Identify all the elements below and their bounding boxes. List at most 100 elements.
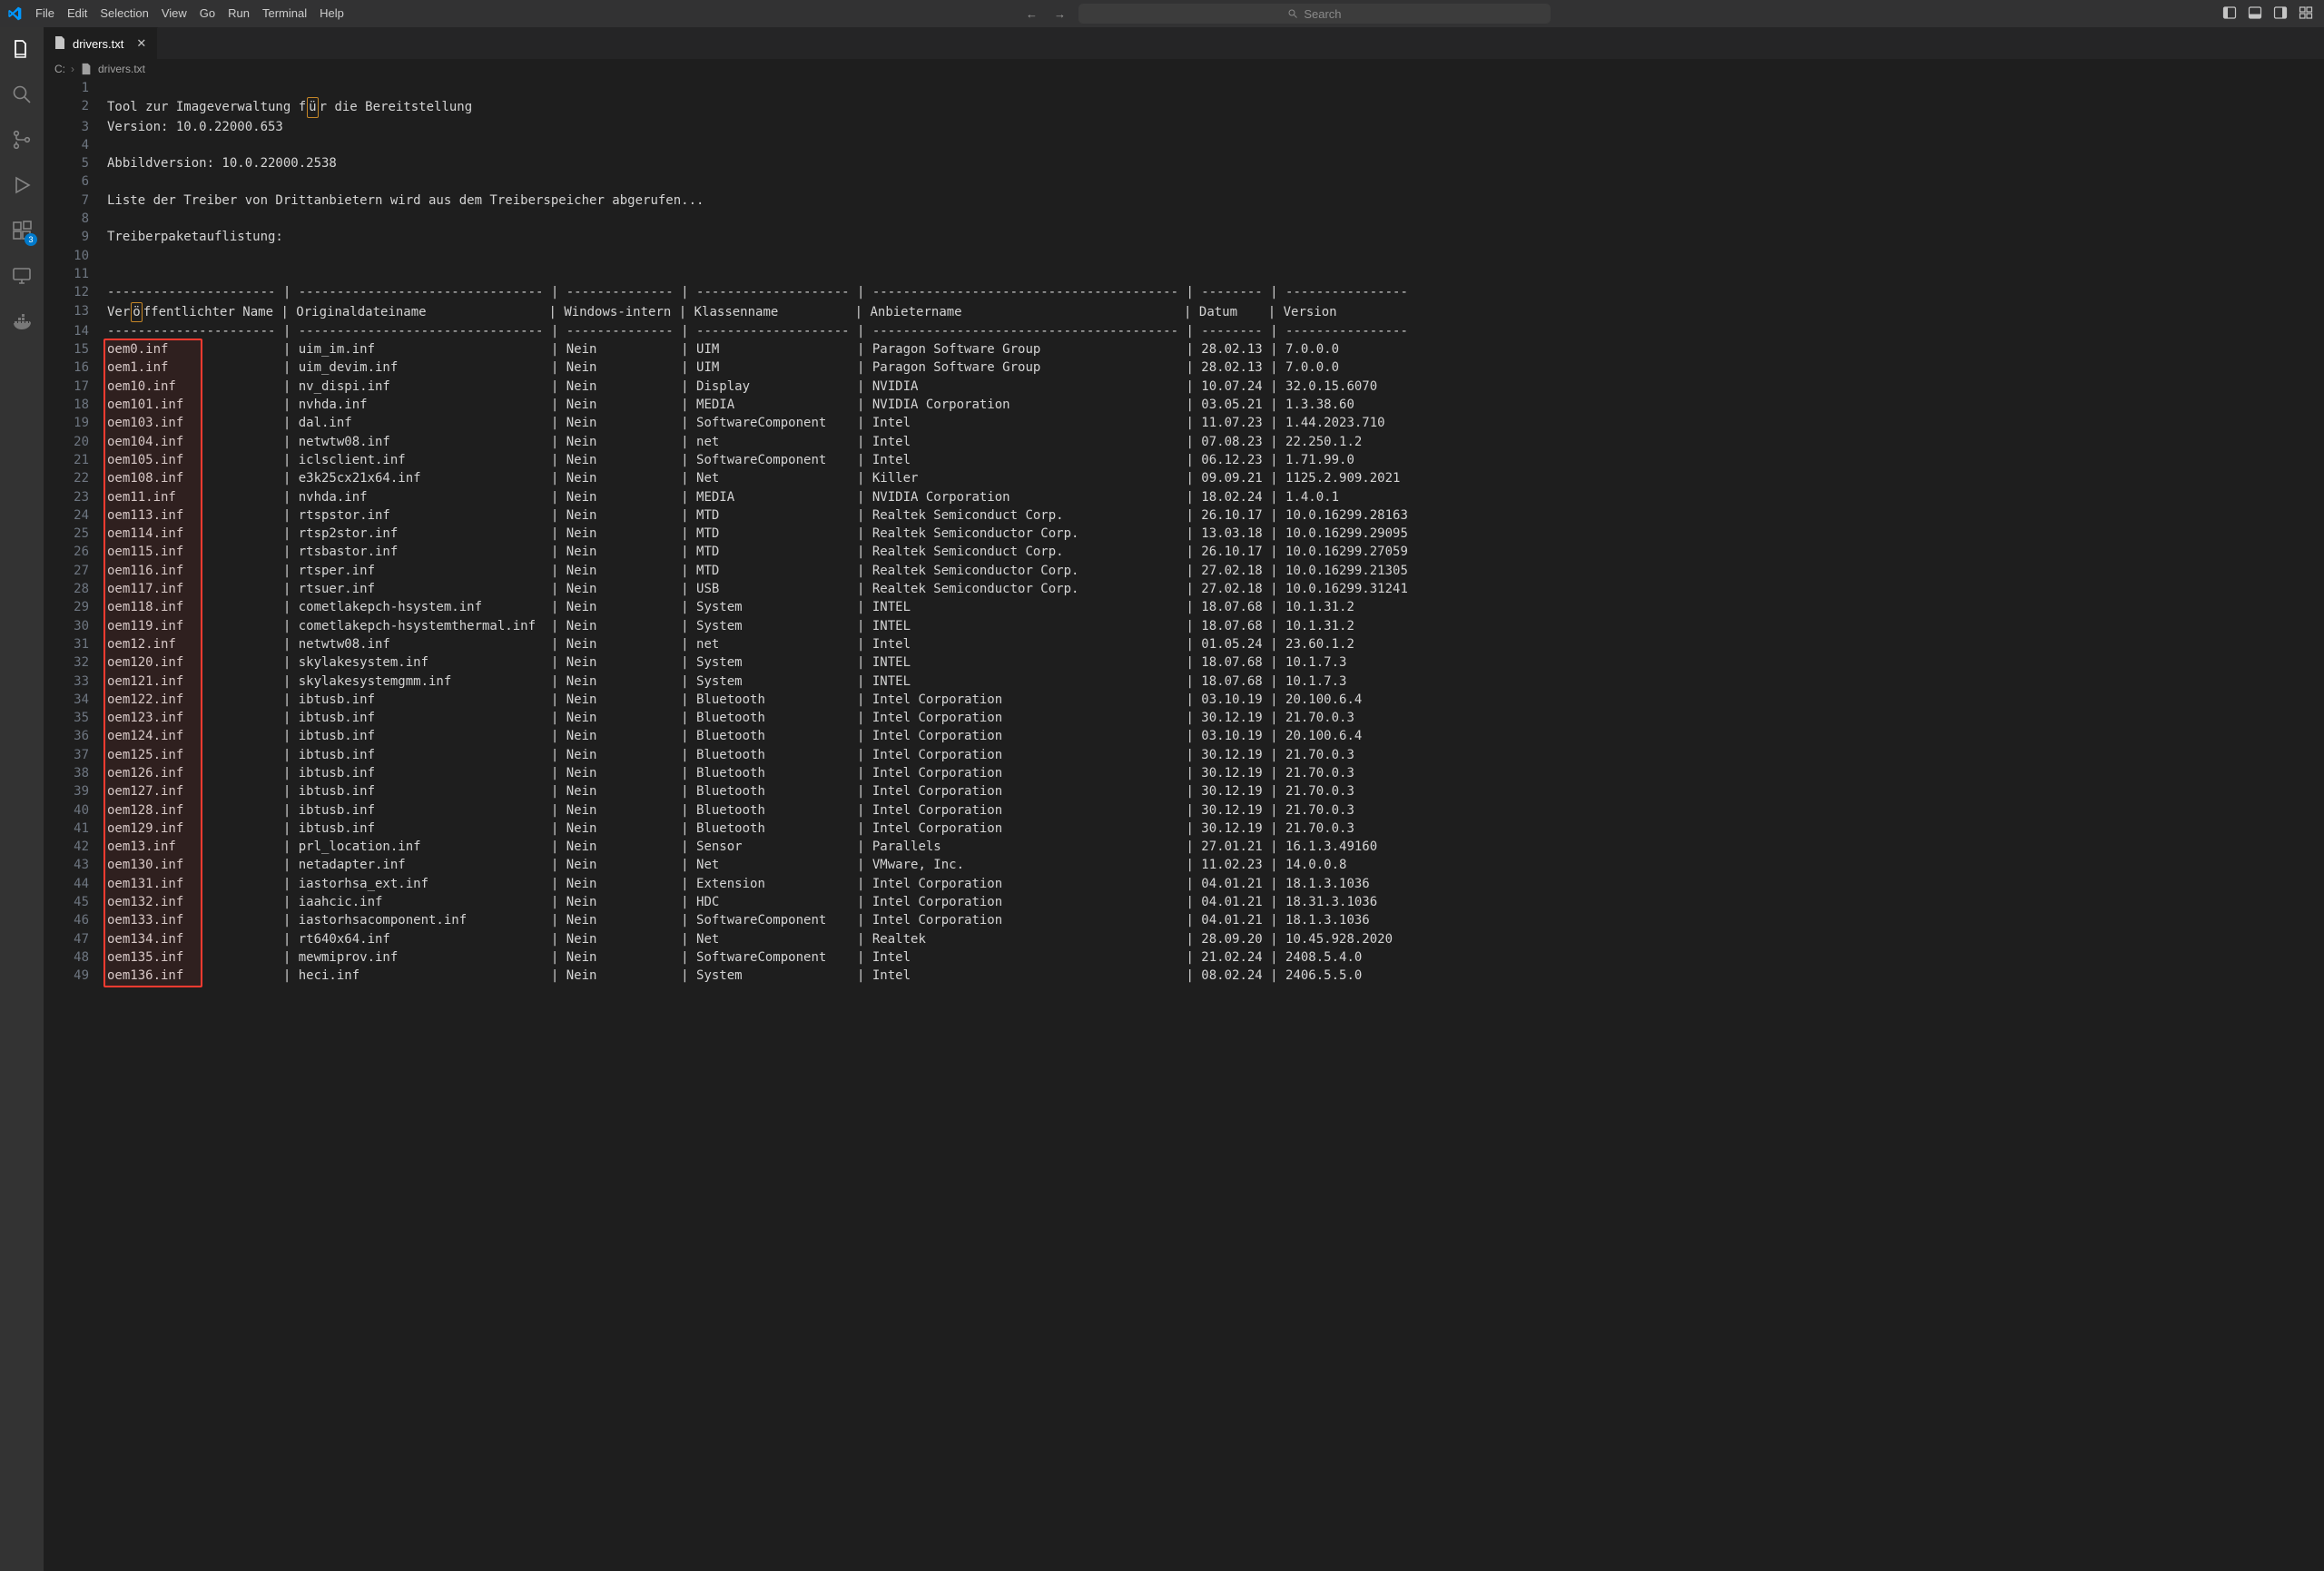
code-line[interactable]: oem113.inf | rtspstor.inf | Nein | MTD |… <box>107 506 1435 525</box>
remote-explorer-icon[interactable] <box>9 263 34 289</box>
line-number: 31 <box>44 635 107 653</box>
line-number: 2 <box>44 97 107 117</box>
breadcrumbs[interactable]: C: › drivers.txt <box>44 59 2324 79</box>
code-line[interactable]: oem135.inf | mewmiprov.inf | Nein | Soft… <box>107 948 1435 967</box>
menu-run[interactable]: Run <box>222 0 256 27</box>
line-number: 15 <box>44 340 107 358</box>
code-line[interactable]: oem115.inf | rtsbastor.inf | Nein | MTD … <box>107 543 1435 561</box>
code-line[interactable] <box>107 79 1435 97</box>
code-line[interactable] <box>107 247 1435 265</box>
line-number: 29 <box>44 598 107 616</box>
code-line[interactable]: oem124.inf | ibtusb.inf | Nein | Bluetoo… <box>107 727 1435 745</box>
layout-controls <box>2222 5 2313 23</box>
code-line[interactable]: oem117.inf | rtsuer.inf | Nein | USB | R… <box>107 580 1435 598</box>
toggle-panel-icon[interactable] <box>2248 5 2262 23</box>
main-menu: File Edit Selection View Go Run Terminal… <box>29 0 350 27</box>
customize-layout-icon[interactable] <box>2299 5 2313 23</box>
code-line[interactable] <box>107 210 1435 228</box>
line-number: 44 <box>44 875 107 893</box>
code-line[interactable]: oem131.inf | iastorhsa_ext.inf | Nein | … <box>107 875 1435 893</box>
code-line[interactable]: Version: 10.0.22000.653 <box>107 118 1435 136</box>
menu-selection[interactable]: Selection <box>94 0 154 27</box>
code-line[interactable]: oem12.inf | netwtw08.inf | Nein | net | … <box>107 635 1435 653</box>
title-bar: File Edit Selection View Go Run Terminal… <box>0 0 2324 27</box>
code-line[interactable]: oem120.inf | skylakesystem.inf | Nein | … <box>107 653 1435 672</box>
code-line[interactable]: ---------------------- | ---------------… <box>107 283 1435 301</box>
code-line[interactable]: oem1.inf | uim_devim.inf | Nein | UIM | … <box>107 358 1435 377</box>
breadcrumb-root[interactable]: C: <box>54 63 65 75</box>
code-line[interactable]: oem121.inf | skylakesystemgmm.inf | Nein… <box>107 673 1435 691</box>
line-number: 26 <box>44 543 107 561</box>
menu-view[interactable]: View <box>155 0 193 27</box>
code-line[interactable]: oem105.inf | iclsclient.inf | Nein | Sof… <box>107 451 1435 469</box>
line-number: 28 <box>44 580 107 598</box>
code-line[interactable] <box>107 136 1435 154</box>
line-number: 41 <box>44 820 107 838</box>
menu-help[interactable]: Help <box>313 0 350 27</box>
code-line[interactable]: oem0.inf | uim_im.inf | Nein | UIM | Par… <box>107 340 1435 358</box>
line-number: 21 <box>44 451 107 469</box>
code-line[interactable]: oem122.inf | ibtusb.inf | Nein | Bluetoo… <box>107 691 1435 709</box>
code-line[interactable]: oem116.inf | rtsper.inf | Nein | MTD | R… <box>107 562 1435 580</box>
code-line[interactable]: oem10.inf | nv_dispi.inf | Nein | Displa… <box>107 378 1435 396</box>
code-line[interactable]: oem13.inf | prl_location.inf | Nein | Se… <box>107 838 1435 856</box>
menu-file[interactable]: File <box>29 0 61 27</box>
line-number: 16 <box>44 358 107 377</box>
code-line[interactable]: oem125.inf | ibtusb.inf | Nein | Bluetoo… <box>107 746 1435 764</box>
close-icon[interactable]: ✕ <box>134 34 148 53</box>
chevron-right-icon: › <box>71 63 74 75</box>
code-line[interactable]: oem104.inf | netwtw08.inf | Nein | net |… <box>107 433 1435 451</box>
source-control-icon[interactable] <box>9 127 34 152</box>
line-number: 27 <box>44 562 107 580</box>
nav-back-icon[interactable]: ← <box>1022 7 1041 21</box>
code-line[interactable]: Veröffentlichter Name | Originaldateinam… <box>107 302 1435 322</box>
line-number: 40 <box>44 801 107 820</box>
docker-icon[interactable] <box>9 309 34 334</box>
code-line[interactable]: oem101.inf | nvhda.inf | Nein | MEDIA | … <box>107 396 1435 414</box>
breadcrumb-file[interactable]: drivers.txt <box>98 63 145 75</box>
file-lines-icon <box>53 35 67 53</box>
code-line[interactable]: oem119.inf | cometlakepch-hsystemthermal… <box>107 617 1435 635</box>
toggle-primary-sidebar-icon[interactable] <box>2222 5 2237 23</box>
line-number: 6 <box>44 172 107 191</box>
explorer-icon[interactable] <box>9 36 34 62</box>
run-debug-icon[interactable] <box>9 172 34 198</box>
menu-go[interactable]: Go <box>193 0 222 27</box>
code-line[interactable]: oem129.inf | ibtusb.inf | Nein | Bluetoo… <box>107 820 1435 838</box>
editor-scroll[interactable]: 12Tool zur Imageverwaltung für die Berei… <box>44 79 2324 1571</box>
code-line[interactable] <box>107 265 1435 283</box>
command-center-search[interactable]: Search <box>1078 4 1551 24</box>
extensions-icon[interactable]: 3 <box>9 218 34 243</box>
code-line[interactable]: ---------------------- | ---------------… <box>107 322 1435 340</box>
code-line[interactable]: oem127.inf | ibtusb.inf | Nein | Bluetoo… <box>107 782 1435 800</box>
code-line[interactable]: Liste der Treiber von Drittanbietern wir… <box>107 191 1435 210</box>
code-line[interactable]: Treiberpaketauflistung: <box>107 228 1435 246</box>
code-line[interactable]: oem114.inf | rtsp2stor.inf | Nein | MTD … <box>107 525 1435 543</box>
code-line[interactable]: oem134.inf | rt640x64.inf | Nein | Net |… <box>107 930 1435 948</box>
toggle-secondary-sidebar-icon[interactable] <box>2273 5 2288 23</box>
line-number: 4 <box>44 136 107 154</box>
menu-terminal[interactable]: Terminal <box>256 0 313 27</box>
line-number: 14 <box>44 322 107 340</box>
search-activity-icon[interactable] <box>9 82 34 107</box>
code-line[interactable]: oem130.inf | netadapter.inf | Nein | Net… <box>107 856 1435 874</box>
code-line[interactable]: oem118.inf | cometlakepch-hsystem.inf | … <box>107 598 1435 616</box>
code-line[interactable] <box>107 172 1435 191</box>
nav-forward-icon[interactable]: → <box>1050 7 1069 21</box>
code-line[interactable]: oem103.inf | dal.inf | Nein | SoftwareCo… <box>107 414 1435 432</box>
line-number: 49 <box>44 967 107 985</box>
code-line[interactable]: Abbildversion: 10.0.22000.2538 <box>107 154 1435 172</box>
code-line[interactable]: oem133.inf | iastorhsacomponent.inf | Ne… <box>107 911 1435 929</box>
code-line[interactable]: oem108.inf | e3k25cx21x64.inf | Nein | N… <box>107 469 1435 487</box>
code-line[interactable]: oem123.inf | ibtusb.inf | Nein | Bluetoo… <box>107 709 1435 727</box>
code-line[interactable]: oem136.inf | heci.inf | Nein | System | … <box>107 967 1435 985</box>
code-line[interactable]: oem11.inf | nvhda.inf | Nein | MEDIA | N… <box>107 488 1435 506</box>
editor-content[interactable]: 12Tool zur Imageverwaltung für die Berei… <box>44 79 1435 1022</box>
code-line[interactable]: oem128.inf | ibtusb.inf | Nein | Bluetoo… <box>107 801 1435 820</box>
tab-drivers-txt[interactable]: drivers.txt ✕ <box>44 27 158 59</box>
menu-edit[interactable]: Edit <box>61 0 94 27</box>
code-line[interactable]: oem132.inf | iaahcic.inf | Nein | HDC | … <box>107 893 1435 911</box>
code-line[interactable]: Tool zur Imageverwaltung für die Bereits… <box>107 97 1435 117</box>
line-number: 13 <box>44 302 107 322</box>
code-line[interactable]: oem126.inf | ibtusb.inf | Nein | Bluetoo… <box>107 764 1435 782</box>
